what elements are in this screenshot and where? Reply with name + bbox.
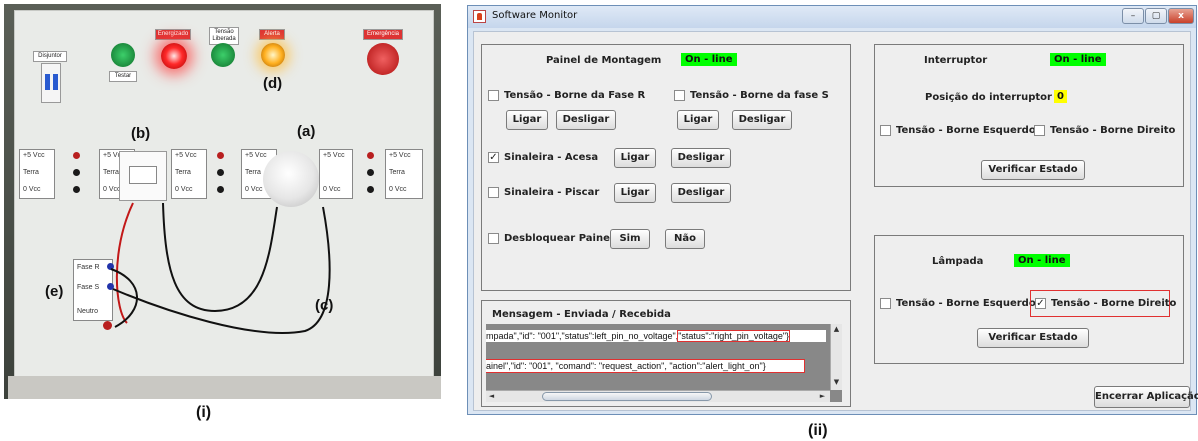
desligar-piscar-button[interactable]: Desligar: [671, 183, 731, 203]
message-line-1-highlight: "status":"right_pin_voltage"}: [677, 330, 791, 342]
lampada-direito-checkbox[interactable]: ✓ Tensão - Borne Direito: [1035, 298, 1176, 309]
lampada-verificar-button[interactable]: Verificar Estado: [977, 328, 1089, 348]
tensao-s-box[interactable]: [674, 90, 685, 101]
maximize-button[interactable]: ▢: [1145, 8, 1167, 24]
sinaleira-acesa-checkbox[interactable]: ✓ Sinaleira - Acesa: [488, 152, 598, 163]
interruptor-esquerdo-checkbox[interactable]: Tensão - Borne Esquerdo: [880, 125, 1036, 136]
caption-i: (i): [196, 404, 212, 421]
encerrar-aplicacao-button[interactable]: Encerrar Aplicação: [1094, 386, 1198, 408]
scroll-up-arrow[interactable]: ▲: [832, 325, 841, 333]
sinaleira-piscar-label: Sinaleira - Piscar: [504, 187, 600, 198]
painel-status-badge: On - line: [681, 53, 737, 66]
message-line-2: ainel","id": "001", "comand": "request_a…: [486, 359, 805, 373]
desligar-r-button[interactable]: Desligar: [556, 110, 616, 130]
sim-button[interactable]: Sim: [610, 229, 650, 249]
message-scroll-pane[interactable]: mpada","id": "001","status":left_pin_no_…: [486, 324, 842, 402]
scroll-right-arrow[interactable]: ►: [818, 392, 827, 400]
vertical-scrollbar[interactable]: ▲ ▼: [830, 324, 842, 390]
java-app-icon: [473, 10, 486, 23]
mensagem-title: Mensagem - Enviada / Recebida: [492, 309, 671, 320]
lampada-direito-label: Tensão - Borne Direito: [1051, 298, 1177, 309]
posicao-label: Posição do interruptor: [925, 92, 1052, 103]
lampada-esquerdo-checkbox[interactable]: Tensão - Borne Esquerdo: [880, 298, 1036, 309]
sinaleira-acesa-label: Sinaleira - Acesa: [504, 152, 599, 163]
interruptor-direito-box[interactable]: [1034, 125, 1045, 136]
sinaleira-piscar-checkbox[interactable]: Sinaleira - Piscar: [488, 187, 599, 198]
rig-base: [8, 376, 441, 399]
desbloquear-box[interactable]: [488, 233, 499, 244]
ligar-s-button[interactable]: Ligar: [677, 110, 719, 130]
sinaleira-piscar-box[interactable]: [488, 187, 499, 198]
title-bar: Software Monitor – ▢ x: [468, 6, 1196, 28]
scroll-down-arrow[interactable]: ▼: [832, 378, 841, 386]
rig-board: Disjuntor Testar Energizado Tensão Liber…: [14, 10, 434, 382]
interruptor-esquerdo-label: Tensão - Borne Esquerdo: [896, 125, 1036, 136]
close-button[interactable]: x: [1168, 8, 1194, 24]
horizontal-scrollbar[interactable]: ◄ ►: [486, 390, 830, 402]
ligar-r-button[interactable]: Ligar: [506, 110, 548, 130]
painel-title: Painel de Montagem: [546, 55, 662, 66]
tensao-s-label: Tensão - Borne da fase S: [690, 90, 829, 101]
horizontal-scroll-thumb[interactable]: [542, 392, 712, 401]
desbloquear-label: Desbloquear Painel: [504, 233, 614, 244]
ligar-acesa-button[interactable]: Ligar: [614, 148, 656, 168]
software-monitor-window: Software Monitor – ▢ x Painel de Montage…: [467, 5, 1198, 415]
lampada-esquerdo-box[interactable]: [880, 298, 891, 309]
desligar-s-button[interactable]: Desligar: [732, 110, 792, 130]
posicao-value: 0: [1054, 90, 1067, 103]
lampada-title: Lâmpada: [932, 256, 984, 267]
tensao-r-label: Tensão - Borne da Fase R: [504, 90, 646, 101]
marker-c: (c): [315, 297, 334, 314]
lampada-esquerdo-label: Tensão - Borne Esquerdo: [896, 298, 1036, 309]
interruptor-verificar-button[interactable]: Verificar Estado: [981, 160, 1085, 180]
ligar-piscar-button[interactable]: Ligar: [614, 183, 656, 203]
minimize-button[interactable]: –: [1122, 8, 1144, 24]
tensao-s-checkbox[interactable]: Tensão - Borne da fase S: [674, 90, 829, 101]
interruptor-status-badge: On - line: [1050, 53, 1106, 66]
wires: [110, 202, 331, 334]
scroll-left-arrow[interactable]: ◄: [487, 392, 496, 400]
interruptor-direito-label: Tensão - Borne Direito: [1050, 125, 1176, 136]
caption-ii: (ii): [808, 422, 828, 439]
window-client-area: Painel de Montagem On - line Tensão - Bo…: [473, 31, 1198, 411]
lampada-status-badge: On - line: [1014, 254, 1070, 267]
lampada-direito-box[interactable]: ✓: [1035, 298, 1046, 309]
test-rig-photo: Disjuntor Testar Energizado Tensão Liber…: [4, 4, 441, 399]
nao-button[interactable]: Não: [665, 229, 705, 249]
window-title: Software Monitor: [492, 10, 578, 21]
desligar-acesa-button[interactable]: Desligar: [671, 148, 731, 168]
message-line-1-part-a: mpada","id": "001","status":left_pin_no_…: [486, 331, 679, 341]
interruptor-title: Interruptor: [924, 55, 988, 66]
tensao-r-box[interactable]: [488, 90, 499, 101]
sinaleira-acesa-box[interactable]: ✓: [488, 152, 499, 163]
interruptor-esquerdo-box[interactable]: [880, 125, 891, 136]
message-line-1: mpada","id": "001","status":left_pin_no_…: [486, 330, 826, 342]
tensao-r-checkbox[interactable]: Tensão - Borne da Fase R: [488, 90, 645, 101]
painel-montagem-group: [481, 44, 851, 291]
interruptor-direito-checkbox[interactable]: Tensão - Borne Direito: [1034, 125, 1175, 136]
desbloquear-checkbox[interactable]: Desbloquear Painel: [488, 233, 613, 244]
